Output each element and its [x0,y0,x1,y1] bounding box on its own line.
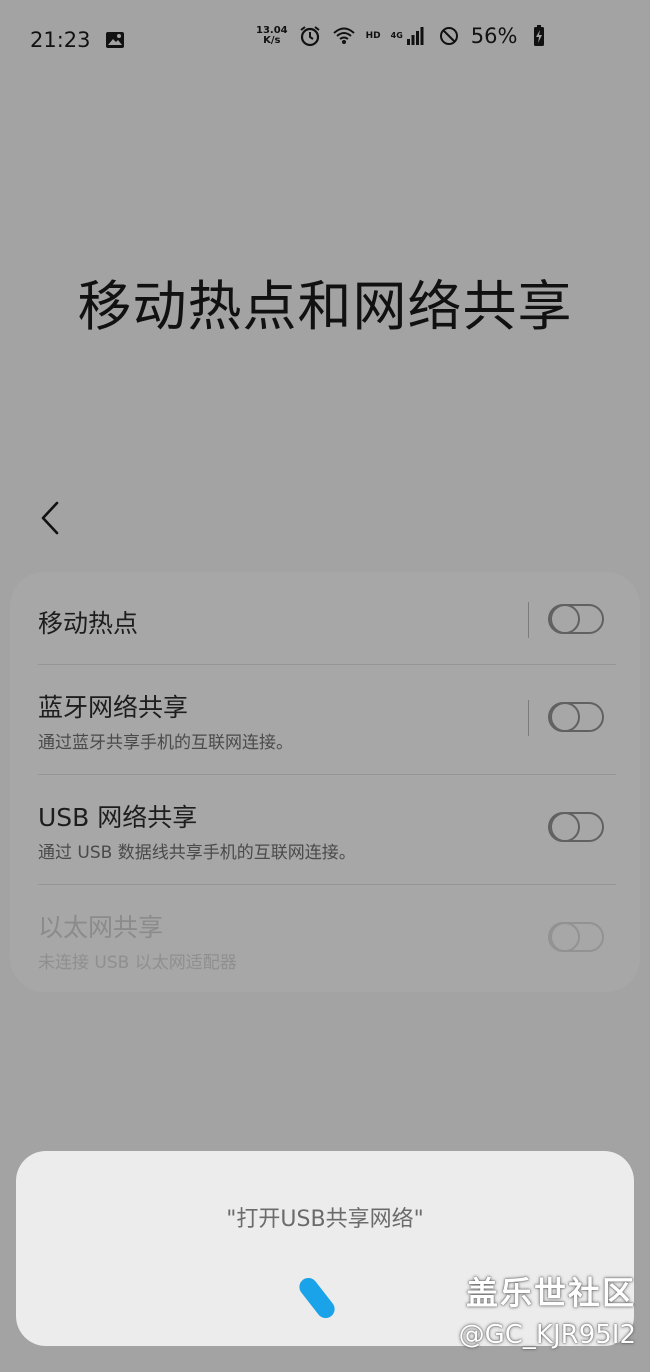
setting-title: USB 网络共享 [38,803,198,832]
toggle-knob [550,702,580,732]
bluetooth-tethering-toggle[interactable] [548,702,604,732]
alarm-icon [298,24,322,48]
setting-subtitle: 通过 USB 数据线共享手机的互联网连接。 [38,843,356,863]
battery-charging-icon [527,24,551,48]
row-divider [528,700,529,736]
toggle-knob [550,812,580,842]
settings-card: 移动热点 蓝牙网络共享 通过蓝牙共享手机的互联网连接。 USB 网络共享 通过 … [10,572,640,992]
back-button[interactable] [32,496,68,540]
setting-title: 蓝牙网络共享 [38,693,189,722]
setting-title: 移动热点 [38,609,139,638]
toggle-knob [550,604,580,634]
watermark: 盖乐世社区 @GC_KJR95I2 [459,1268,636,1350]
wifi-icon [332,24,356,48]
setting-row-ethernet-tethering: 以太网共享 未连接 USB 以太网适配器 [38,884,616,992]
voice-command-text: "打开USB共享网络" [226,1207,424,1232]
signal-group: 4G [391,24,427,48]
network-speed: 13.04 K/s [256,25,288,46]
voice-listening-indicator-icon [295,1274,339,1322]
setting-row-usb-tethering[interactable]: USB 网络共享 通过 USB 数据线共享手机的互联网连接。 [38,774,616,885]
toggle-knob [550,922,580,952]
setting-title: 以太网共享 [38,913,164,942]
battery-percentage: 56% [470,24,518,48]
back-arrow-icon [41,501,59,535]
do-not-disturb-icon [437,24,461,48]
setting-subtitle: 通过蓝牙共享手机的互联网连接。 [38,733,293,753]
setting-row-mobile-hotspot[interactable]: 移动热点 [38,572,616,665]
hd-label: HD [365,31,381,41]
status-bar: 21:23 13.04 K/s HD 4G 56% [0,0,650,80]
gallery-icon [103,28,127,52]
row-divider [528,602,529,638]
signal-icon [403,24,427,48]
watermark-brand: 盖乐世社区 [465,1274,636,1312]
page-title: 移动热点和网络共享 [77,275,573,338]
network-type-label: 4G [390,31,403,40]
usb-tethering-toggle[interactable] [548,812,604,842]
mobile-hotspot-toggle[interactable] [548,604,604,634]
setting-subtitle: 未连接 USB 以太网适配器 [38,953,237,973]
watermark-user: @GC_KJR95I2 [458,1320,636,1350]
ethernet-tethering-toggle [548,922,604,952]
status-time: 21:23 [30,28,91,52]
setting-row-bluetooth-tethering[interactable]: 蓝牙网络共享 通过蓝牙共享手机的互联网连接。 [38,664,616,775]
